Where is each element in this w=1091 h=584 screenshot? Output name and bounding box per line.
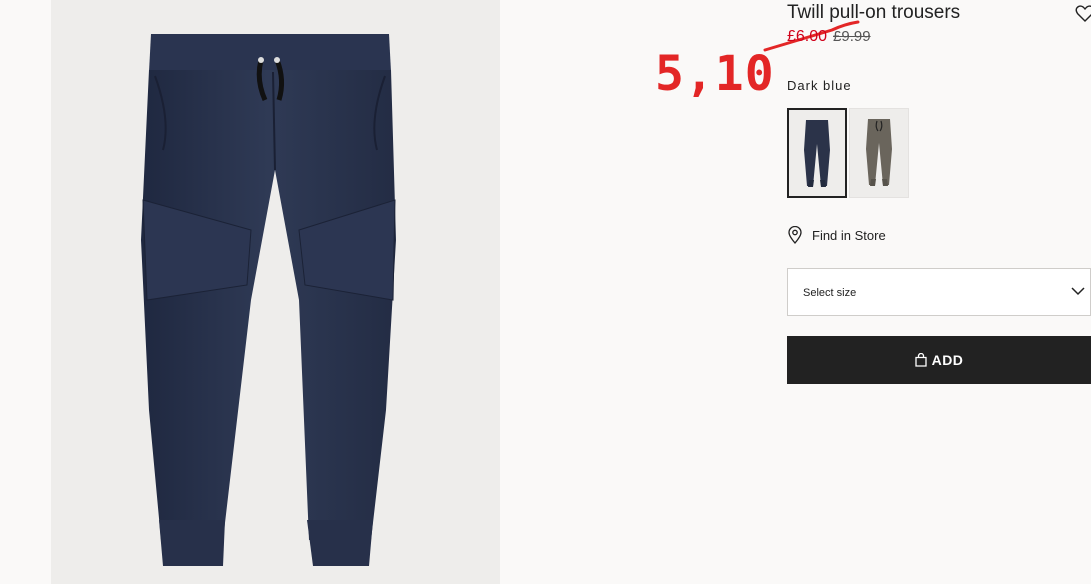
add-to-bag-button[interactable]: ADD xyxy=(787,336,1091,384)
product-info-panel: Twill pull-on trousers £6.00 £9.99 Dark b… xyxy=(787,0,1091,584)
product-title: Twill pull-on trousers xyxy=(787,2,961,23)
swatch-dark-grey[interactable] xyxy=(849,108,909,198)
handwritten-price: 5,10 xyxy=(655,46,775,102)
sale-price: £6.00 xyxy=(787,28,828,45)
trousers-image xyxy=(141,34,396,566)
size-select-label: Select size xyxy=(803,287,857,299)
product-image[interactable] xyxy=(51,0,500,584)
find-in-store-label: Find in Store xyxy=(812,227,886,243)
size-select[interactable]: Select size xyxy=(787,268,1091,316)
location-pin-icon xyxy=(788,226,802,244)
chevron-down-icon xyxy=(1071,287,1085,296)
heart-icon[interactable] xyxy=(1075,4,1091,24)
original-price: £9.99 xyxy=(833,28,871,45)
find-in-store-link[interactable]: Find in Store xyxy=(787,226,886,244)
swatch-dark-blue[interactable] xyxy=(787,108,847,198)
price-row: £6.00 £9.99 xyxy=(787,28,871,46)
selected-color-label: Dark blue xyxy=(787,78,852,93)
shopping-bag-icon xyxy=(914,353,927,367)
add-button-label: ADD xyxy=(931,352,964,368)
